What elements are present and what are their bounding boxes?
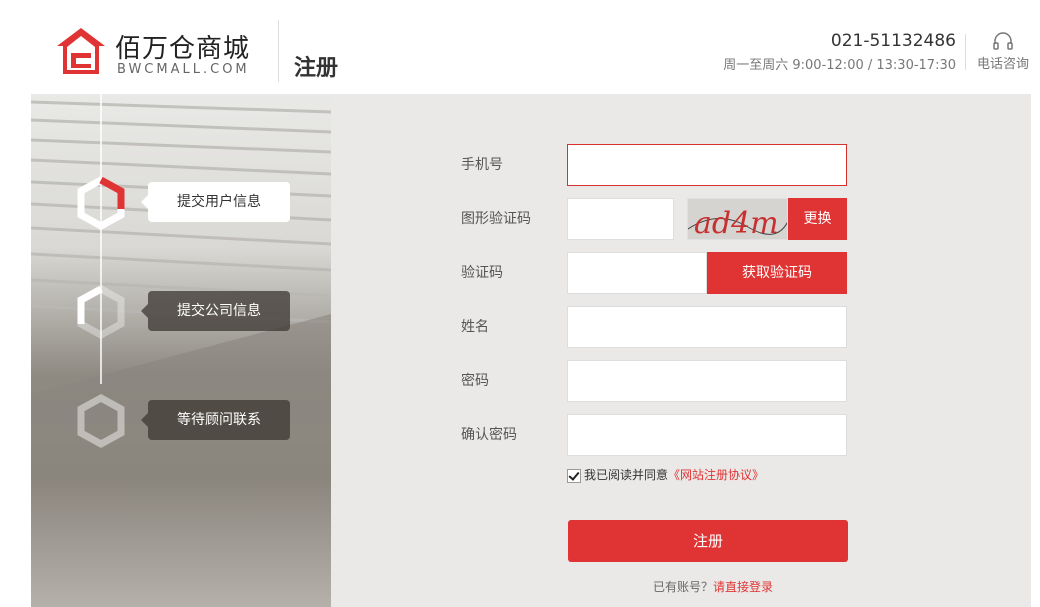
password-label: 密码 (461, 373, 489, 389)
step-3: 等待顾问联系 (75, 394, 331, 448)
service-hours: 周一至周六 9:00-12:00 / 13:30-17:30 (723, 58, 956, 73)
name-row: 姓名 (461, 306, 981, 348)
captcha-label: 图形验证码 (461, 211, 531, 227)
headset-icon (993, 32, 1013, 50)
hotline-number: 021-51132486 (830, 31, 956, 51)
phone-input[interactable] (567, 144, 847, 186)
agree-checkbox[interactable] (567, 468, 581, 483)
password-input[interactable] (567, 360, 847, 402)
progress-panel: 提交用户信息 提交公司信息 等待顾问联系 (31, 94, 331, 607)
login-link[interactable]: 请直接登录 (713, 580, 773, 594)
register-button[interactable]: 注册 (568, 520, 848, 562)
sms-label: 验证码 (461, 265, 503, 281)
register-form: 手机号 图形验证码 ad4m 更换 验证码 获取验证码 姓名 密码 确认密码 我… (331, 94, 1031, 607)
phone-consult-button[interactable]: 电话咨询 (972, 30, 1034, 74)
captcha-input[interactable] (567, 198, 674, 240)
agreement-row: 我已阅读并同意《网站注册协议》 (567, 466, 764, 486)
logo-text-cn: 佰万仓商城 (115, 34, 251, 64)
confirm-row: 确认密码 (461, 414, 981, 456)
step-3-progress-icon (77, 394, 125, 448)
site-logo[interactable]: 佰万仓商城 BWCMALL.COM (55, 22, 265, 82)
sms-row: 验证码 获取验证码 (461, 252, 981, 294)
step-3-label: 等待顾问联系 (141, 400, 290, 440)
step-1-label: 提交用户信息 (141, 182, 290, 222)
captcha-image[interactable]: ad4m (687, 198, 788, 240)
agree-text: 我已阅读并同意 (584, 468, 669, 482)
logo-house-icon (57, 28, 105, 74)
step-1: 提交用户信息 (75, 176, 331, 230)
step-2: 提交公司信息 (75, 285, 331, 339)
step-2-progress-icon (77, 285, 125, 339)
captcha-image-drawing: ad4m (688, 199, 787, 240)
phone-row: 手机号 (461, 144, 981, 186)
confirm-password-input[interactable] (567, 414, 847, 456)
phone-consult-label: 电话咨询 (976, 57, 1029, 72)
ceiling-background (31, 100, 331, 424)
name-input[interactable] (567, 306, 847, 348)
step-1-progress-icon (77, 176, 125, 230)
name-label: 姓名 (461, 319, 489, 335)
sms-code-input[interactable] (567, 252, 707, 294)
password-row: 密码 (461, 360, 981, 402)
captcha-row: 图形验证码 ad4m 更换 (461, 198, 981, 240)
progress-line (100, 94, 102, 384)
header-divider (278, 20, 279, 82)
phone-label: 手机号 (461, 157, 503, 173)
get-sms-code-button[interactable]: 获取验证码 (707, 252, 847, 294)
captcha-text: ad4m (694, 206, 779, 240)
site-header: 佰万仓商城 BWCMALL.COM 注册 021-51132486 周一至周六 … (0, 0, 1040, 94)
confirm-label: 确认密码 (461, 427, 517, 443)
captcha-refresh-button[interactable]: 更换 (788, 198, 847, 240)
login-tip-text: 已有账号？ (652, 580, 713, 594)
header-divider-right (965, 34, 966, 70)
agreement-link[interactable]: 《网站注册协议》 (668, 468, 764, 482)
login-tip: 已有账号？请直接登录 (568, 578, 858, 595)
logo-text-en: BWCMALL.COM (117, 62, 250, 77)
step-2-label: 提交公司信息 (141, 291, 290, 331)
page-title: 注册 (294, 56, 339, 81)
